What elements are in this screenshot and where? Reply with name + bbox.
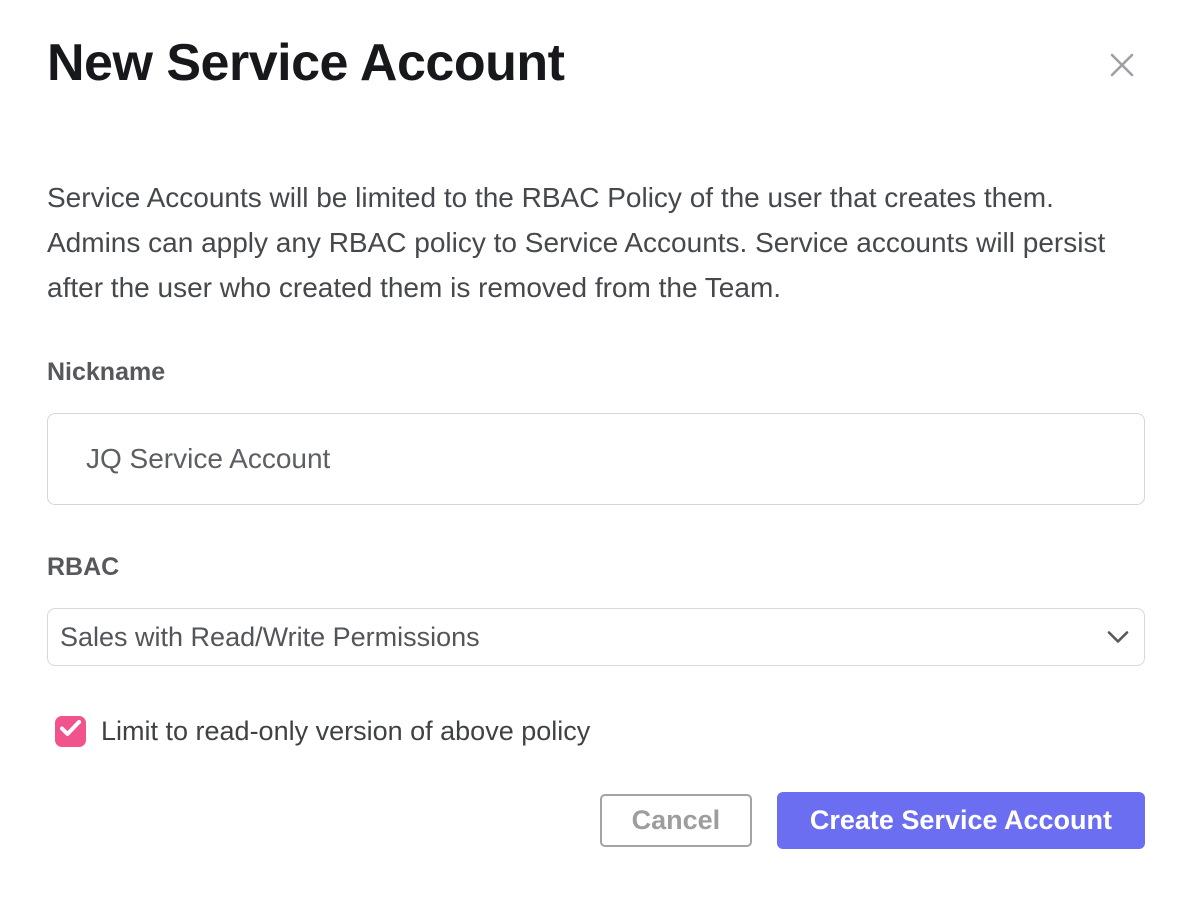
limit-readonly-label[interactable]: Limit to read-only version of above poli… [101,716,590,747]
nickname-label: Nickname [47,358,1145,387]
new-service-account-modal: New Service Account Service Accounts wil… [0,0,1190,904]
modal-description: Service Accounts will be limited to the … [47,175,1145,310]
modal-header: New Service Account [47,0,1145,91]
cancel-button[interactable]: Cancel [600,794,752,847]
nickname-input[interactable] [47,413,1145,505]
x-icon [1107,68,1137,83]
modal-title: New Service Account [47,36,564,91]
checkmark-icon [60,720,81,742]
close-button[interactable] [1099,42,1145,88]
rbac-select[interactable]: Sales with Read/Write Permissions [47,608,1145,666]
rbac-select-wrapper: Sales with Read/Write Permissions [47,608,1145,666]
rbac-label: RBAC [47,553,1145,582]
modal-footer: Cancel Create Service Account [47,792,1145,849]
create-service-account-button[interactable]: Create Service Account [777,792,1145,849]
limit-readonly-checkbox[interactable] [55,716,86,747]
limit-readonly-row: Limit to read-only version of above poli… [47,716,1145,747]
